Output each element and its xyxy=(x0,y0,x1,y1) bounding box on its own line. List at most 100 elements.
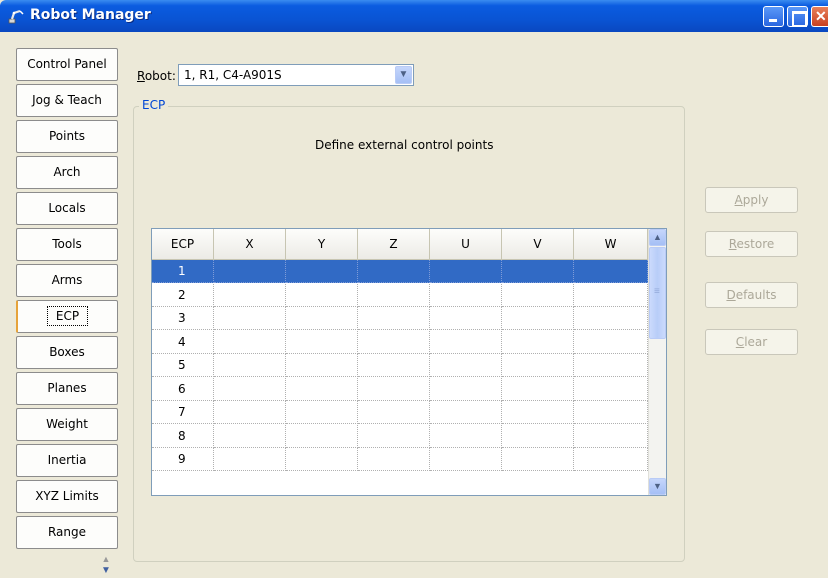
cell-w[interactable] xyxy=(574,448,648,471)
table-row[interactable]: 3 xyxy=(152,307,648,330)
cell-z[interactable] xyxy=(358,283,430,307)
cell-y[interactable] xyxy=(286,401,358,424)
cell-u[interactable] xyxy=(430,283,502,307)
cell-y[interactable] xyxy=(286,424,358,448)
cell-y[interactable] xyxy=(286,307,358,330)
cell-w[interactable] xyxy=(574,307,648,330)
sidebar-item-weight[interactable]: Weight xyxy=(16,408,118,441)
column-header-y[interactable]: Y xyxy=(286,229,358,260)
restore-button[interactable]: Restore xyxy=(705,231,798,257)
cell-z[interactable] xyxy=(358,354,430,377)
cell-x[interactable] xyxy=(214,307,286,330)
cell-v[interactable] xyxy=(502,424,574,448)
cell-y[interactable] xyxy=(286,354,358,377)
cell-w[interactable] xyxy=(574,401,648,424)
cell-u[interactable] xyxy=(430,377,502,401)
table-row[interactable]: 4 xyxy=(152,330,648,354)
cell-v[interactable] xyxy=(502,307,574,330)
sidebar-item-control-panel[interactable]: Control Panel xyxy=(16,48,118,81)
cell-x[interactable] xyxy=(214,354,286,377)
column-header-v[interactable]: V xyxy=(502,229,574,260)
table-row[interactable]: 5 xyxy=(152,354,648,377)
cell-w[interactable] xyxy=(574,424,648,448)
chevron-up-icon[interactable]: ▲ xyxy=(649,229,666,246)
sidebar-item-range[interactable]: Range xyxy=(16,516,118,549)
cell-x[interactable] xyxy=(214,330,286,354)
sidebar-item-ecp[interactable]: ECP xyxy=(16,300,118,333)
cell-x[interactable] xyxy=(214,377,286,401)
cell-v[interactable] xyxy=(502,377,574,401)
maximize-icon[interactable] xyxy=(787,6,808,27)
cell-u[interactable] xyxy=(430,424,502,448)
cell-z[interactable] xyxy=(358,401,430,424)
sidebar-item-xyz-limits[interactable]: XYZ Limits xyxy=(16,480,118,513)
cell-v[interactable] xyxy=(502,354,574,377)
cell-u[interactable] xyxy=(430,307,502,330)
cell-y[interactable] xyxy=(286,377,358,401)
chevron-down-icon[interactable]: ▼ xyxy=(649,478,666,495)
sidebar-scroller[interactable]: ▲ ▼ xyxy=(16,552,118,577)
cell-z[interactable] xyxy=(358,424,430,448)
sidebar-item-tools[interactable]: Tools xyxy=(16,228,118,261)
table-row[interactable]: 7 xyxy=(152,401,648,424)
apply-button[interactable]: Apply xyxy=(705,187,798,213)
defaults-button[interactable]: Defaults xyxy=(705,282,798,308)
cell-z[interactable] xyxy=(358,448,430,471)
cell-v[interactable] xyxy=(502,330,574,354)
table-row[interactable]: 1 xyxy=(152,260,648,283)
scrollbar-thumb[interactable] xyxy=(649,247,666,339)
cell-w[interactable] xyxy=(574,354,648,377)
clear-button[interactable]: Clear xyxy=(705,329,798,355)
cell-x[interactable] xyxy=(214,424,286,448)
sidebar-item-arch[interactable]: Arch xyxy=(16,156,118,189)
cell-z[interactable] xyxy=(358,260,430,283)
cell-x[interactable] xyxy=(214,448,286,471)
cell-w[interactable] xyxy=(574,330,648,354)
column-header-ecp[interactable]: ECP xyxy=(152,229,214,260)
cell-w[interactable] xyxy=(574,260,648,283)
cell-u[interactable] xyxy=(430,401,502,424)
sidebar-item-jog-teach[interactable]: Jog & Teach xyxy=(16,84,118,117)
cell-v[interactable] xyxy=(502,401,574,424)
ecp-table[interactable]: ECPXYZUVW ▲ ▼ 123456789 xyxy=(151,228,667,496)
sidebar-item-planes[interactable]: Planes xyxy=(16,372,118,405)
table-scrollbar[interactable]: ▲ ▼ xyxy=(648,229,666,495)
close-icon[interactable] xyxy=(811,6,828,27)
column-header-w[interactable]: W xyxy=(574,229,648,260)
robot-dropdown[interactable]: 1, R1, C4-A901S ▼ xyxy=(178,64,414,86)
minimize-icon[interactable] xyxy=(763,6,784,27)
cell-u[interactable] xyxy=(430,448,502,471)
cell-u[interactable] xyxy=(430,354,502,377)
chevron-up-icon[interactable]: ▲ xyxy=(100,554,112,564)
column-header-u[interactable]: U xyxy=(430,229,502,260)
cell-x[interactable] xyxy=(214,283,286,307)
column-header-z[interactable]: Z xyxy=(358,229,430,260)
cell-v[interactable] xyxy=(502,283,574,307)
cell-w[interactable] xyxy=(574,283,648,307)
cell-x[interactable] xyxy=(214,401,286,424)
cell-z[interactable] xyxy=(358,307,430,330)
cell-z[interactable] xyxy=(358,377,430,401)
cell-y[interactable] xyxy=(286,330,358,354)
table-row[interactable]: 2 xyxy=(152,283,648,307)
table-row[interactable]: 6 xyxy=(152,377,648,401)
sidebar-item-points[interactable]: Points xyxy=(16,120,118,153)
cell-w[interactable] xyxy=(574,377,648,401)
sidebar-item-boxes[interactable]: Boxes xyxy=(16,336,118,369)
sidebar-item-locals[interactable]: Locals xyxy=(16,192,118,225)
cell-y[interactable] xyxy=(286,260,358,283)
sidebar-item-arms[interactable]: Arms xyxy=(16,264,118,297)
cell-v[interactable] xyxy=(502,260,574,283)
sidebar-item-inertia[interactable]: Inertia xyxy=(16,444,118,477)
cell-u[interactable] xyxy=(430,330,502,354)
cell-y[interactable] xyxy=(286,448,358,471)
cell-z[interactable] xyxy=(358,330,430,354)
chevron-down-icon[interactable]: ▼ xyxy=(100,566,112,576)
table-row[interactable]: 8 xyxy=(152,424,648,448)
column-header-x[interactable]: X xyxy=(214,229,286,260)
cell-u[interactable] xyxy=(430,260,502,283)
cell-v[interactable] xyxy=(502,448,574,471)
table-row[interactable]: 9 xyxy=(152,448,648,471)
title-bar[interactable]: Robot Manager xyxy=(0,0,828,32)
cell-x[interactable] xyxy=(214,260,286,283)
